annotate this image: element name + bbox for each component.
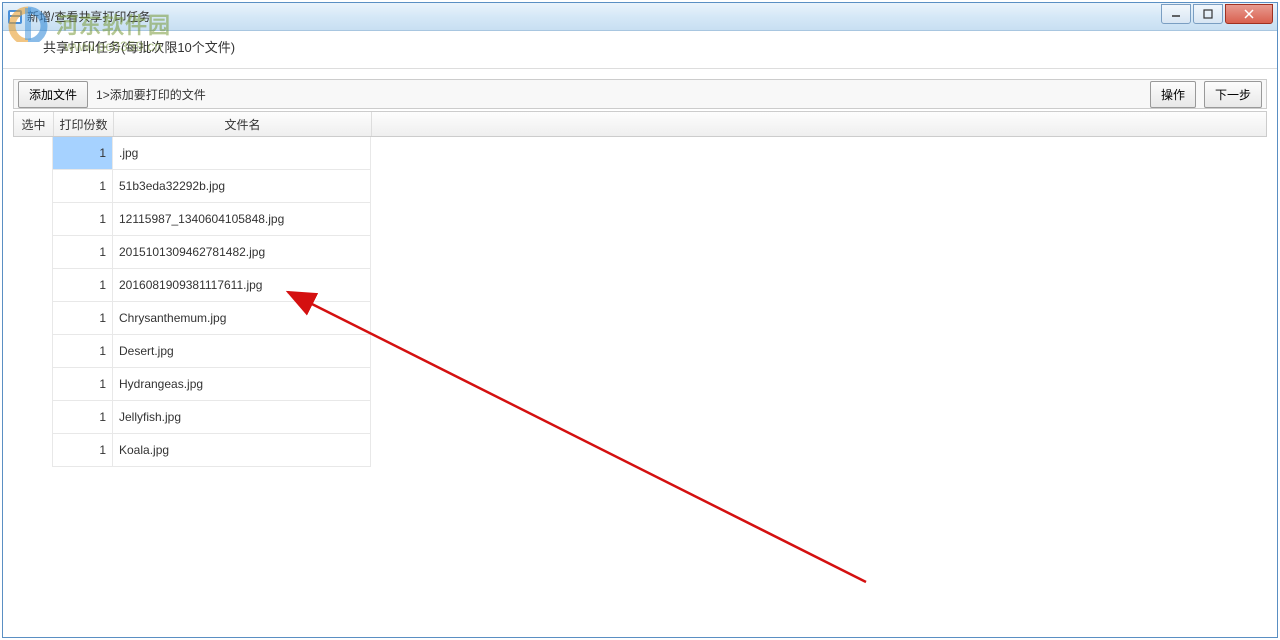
cell-selected[interactable] — [13, 137, 53, 170]
cell-filename[interactable]: 12115987_1340604105848.jpg — [113, 203, 371, 236]
cell-filename[interactable]: Hydrangeas.jpg — [113, 368, 371, 401]
cell-filename[interactable]: Jellyfish.jpg — [113, 401, 371, 434]
cell-copies[interactable]: 1 — [53, 302, 113, 335]
table-row[interactable]: 112115987_1340604105848.jpg — [13, 203, 1267, 236]
cell-copies[interactable]: 1 — [53, 434, 113, 467]
cell-selected[interactable] — [13, 269, 53, 302]
table-row[interactable]: 1Chrysanthemum.jpg — [13, 302, 1267, 335]
cell-copies[interactable]: 1 — [53, 236, 113, 269]
cell-selected[interactable] — [13, 401, 53, 434]
col-rest — [372, 112, 1266, 136]
close-button[interactable] — [1225, 4, 1273, 24]
col-copies[interactable]: 打印份数 — [54, 112, 114, 136]
maximize-button[interactable] — [1193, 4, 1223, 24]
cell-copies[interactable]: 1 — [53, 401, 113, 434]
cell-filename[interactable]: Desert.jpg — [113, 335, 371, 368]
toolbar-hint: 1>添加要打印的文件 — [96, 86, 206, 103]
table-header: 选中 打印份数 文件名 — [13, 111, 1267, 137]
next-button[interactable]: 下一步 — [1204, 81, 1262, 108]
cell-filename[interactable]: 2015101309462781482.jpg — [113, 236, 371, 269]
cell-copies[interactable]: 1 — [53, 170, 113, 203]
cell-selected[interactable] — [13, 236, 53, 269]
cell-filename[interactable]: Chrysanthemum.jpg — [113, 302, 371, 335]
table-row[interactable]: 151b3eda32292b.jpg — [13, 170, 1267, 203]
table-body: 1.jpg151b3eda32292b.jpg112115987_1340604… — [13, 137, 1267, 627]
cell-copies[interactable]: 1 — [53, 368, 113, 401]
cell-copies[interactable]: 1 — [53, 137, 113, 170]
cell-selected[interactable] — [13, 368, 53, 401]
table-row[interactable]: 1Hydrangeas.jpg — [13, 368, 1267, 401]
window-controls — [1159, 4, 1273, 24]
table-row[interactable]: 12016081909381117611.jpg — [13, 269, 1267, 302]
action-button[interactable]: 操作 — [1150, 81, 1196, 108]
cell-filename[interactable]: 51b3eda32292b.jpg — [113, 170, 371, 203]
app-icon — [7, 9, 23, 25]
cell-selected[interactable] — [13, 170, 53, 203]
cell-copies[interactable]: 1 — [53, 203, 113, 236]
toolbar: 添加文件 1>添加要打印的文件 操作 下一步 — [13, 79, 1267, 109]
subtitle: 共享打印任务(每批次限10个文件) — [3, 31, 1277, 69]
cell-selected[interactable] — [13, 302, 53, 335]
table-row[interactable]: 1Koala.jpg — [13, 434, 1267, 467]
add-file-button[interactable]: 添加文件 — [18, 81, 88, 108]
table-row[interactable]: 1Jellyfish.jpg — [13, 401, 1267, 434]
col-selected[interactable]: 选中 — [14, 112, 54, 136]
col-filename[interactable]: 文件名 — [114, 112, 372, 136]
cell-filename[interactable]: Koala.jpg — [113, 434, 371, 467]
window-title: 新增/查看共享打印任务 — [27, 8, 1159, 25]
cell-filename[interactable]: .jpg — [113, 137, 371, 170]
app-window: 新增/查看共享打印任务 共享打印任务(每批次限10个文件) 添加文件 1>添加要… — [2, 2, 1278, 638]
table-row[interactable]: 1.jpg — [13, 137, 1267, 170]
cell-selected[interactable] — [13, 203, 53, 236]
cell-selected[interactable] — [13, 335, 53, 368]
minimize-button[interactable] — [1161, 4, 1191, 24]
cell-copies[interactable]: 1 — [53, 335, 113, 368]
table-row[interactable]: 12015101309462781482.jpg — [13, 236, 1267, 269]
table-row[interactable]: 1Desert.jpg — [13, 335, 1267, 368]
content-area: 添加文件 1>添加要打印的文件 操作 下一步 选中 打印份数 文件名 1.jpg… — [3, 69, 1277, 637]
cell-copies[interactable]: 1 — [53, 269, 113, 302]
cell-filename[interactable]: 2016081909381117611.jpg — [113, 269, 371, 302]
cell-selected[interactable] — [13, 434, 53, 467]
titlebar: 新增/查看共享打印任务 — [3, 3, 1277, 31]
